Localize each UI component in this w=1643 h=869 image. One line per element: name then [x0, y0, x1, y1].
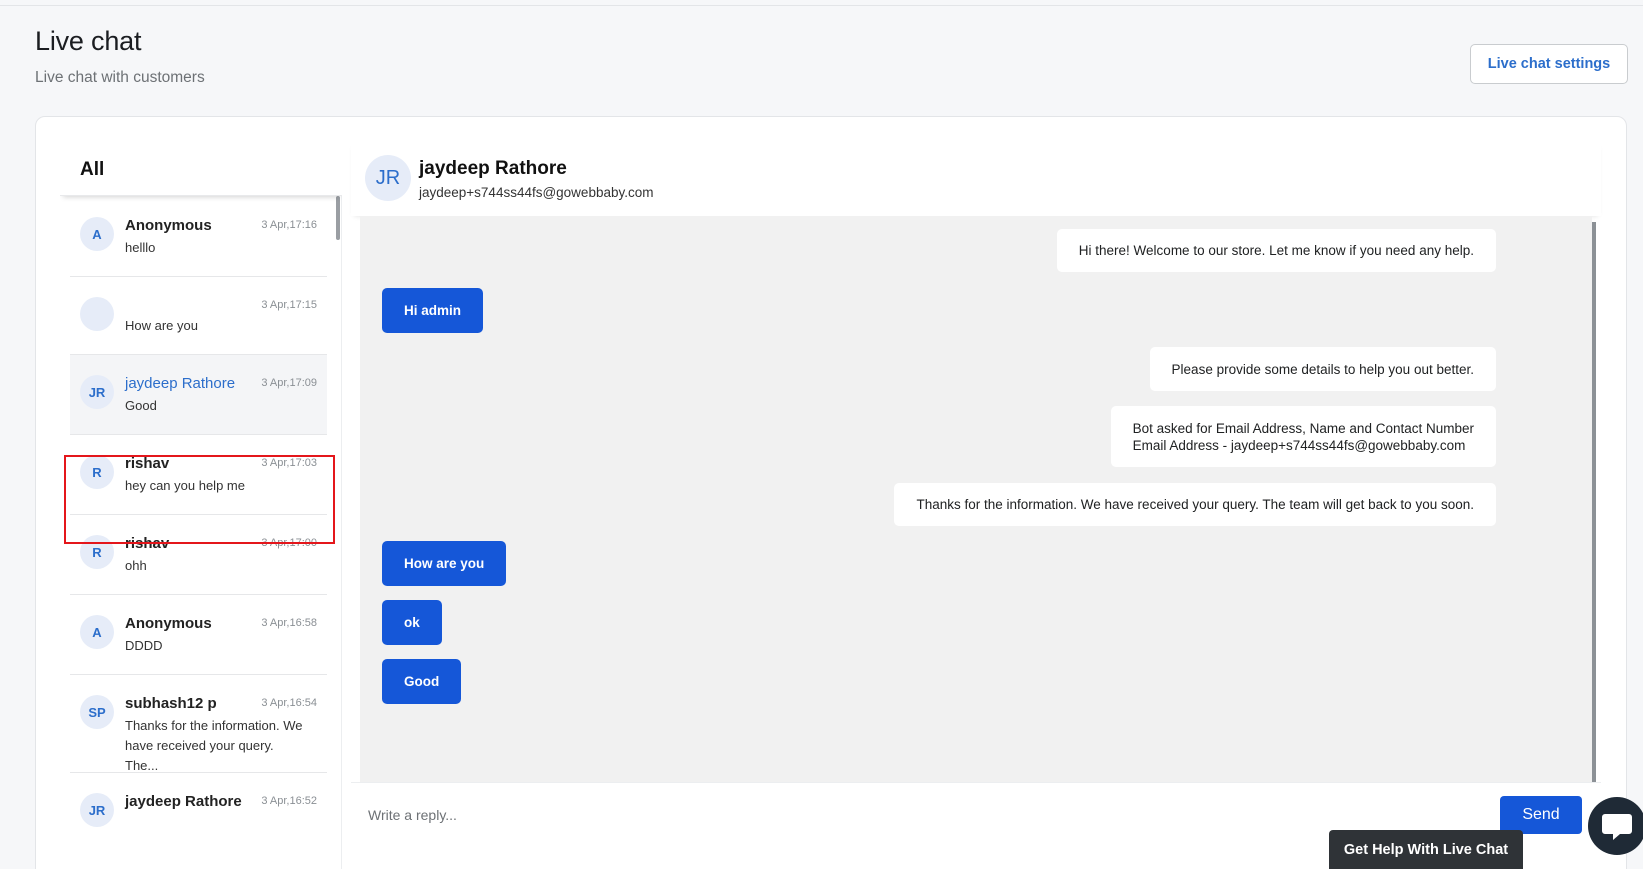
conversation-time: 3 Apr,17:15	[261, 299, 317, 311]
conversation-name: rishav	[125, 535, 170, 552]
conversation-name: jaydeep Rathore	[125, 375, 236, 392]
message-text: Email Address - jaydeep+s744ss44fs@goweb…	[1132, 437, 1466, 453]
avatar: SP	[80, 695, 114, 729]
message-text: Thanks for the information. We have rece…	[916, 497, 1474, 512]
list-scrollbar[interactable]	[336, 196, 340, 240]
conversation-time: 3 Apr,17:03	[261, 457, 317, 469]
conversation-name: rishav	[125, 455, 170, 472]
chat-header: JR jaydeep Rathore jaydeep+s744ss44fs@go…	[351, 141, 1601, 216]
chat-contact-name: jaydeep Rathore	[419, 158, 567, 179]
page-subtitle: Live chat with customers	[35, 69, 205, 86]
list-header: All	[60, 141, 342, 196]
conversation-preview: hey can you help me	[125, 478, 245, 493]
conversation-time: 3 Apr,16:58	[261, 617, 317, 629]
conversation-preview: Good	[125, 398, 157, 413]
message-text: ok	[404, 615, 420, 630]
message-text: Bot asked for Email Address, Name and Co…	[1132, 420, 1474, 436]
conversation-list: All A Anonymous 3 Apr,17:16 helllo 3 Apr…	[60, 141, 342, 869]
avatar: JR	[365, 155, 411, 201]
conversation-preview: Thanks for the information. We have rece…	[125, 718, 303, 773]
avatar: A	[80, 615, 114, 649]
conversation-time: 3 Apr,17:00	[261, 537, 317, 549]
conversation-time: 3 Apr,16:54	[261, 697, 317, 709]
message-text: Good	[404, 674, 440, 689]
conversation-item[interactable]: A Anonymous 3 Apr,17:16 helllo	[70, 197, 327, 277]
avatar: R	[80, 535, 114, 569]
chat-launcher-button[interactable]	[1588, 797, 1643, 855]
live-chat-settings-button[interactable]: Live chat settings	[1470, 44, 1628, 84]
conversation-item[interactable]: 3 Apr,17:15 How are you	[70, 277, 327, 355]
chat-bubble-icon	[1602, 814, 1632, 840]
message-text: Hi there! Welcome to our store. Let me k…	[1078, 243, 1474, 258]
page-title: Live chat	[35, 26, 142, 56]
conversation-time: 3 Apr,17:16	[261, 219, 317, 231]
avatar: JR	[80, 375, 114, 409]
message-area: Hi there! Welcome to our store. Let me k…	[360, 216, 1592, 782]
reply-input[interactable]	[368, 800, 1468, 830]
message-bot: Thanks for the information. We have rece…	[894, 483, 1496, 526]
conversation-name: jaydeep Rathore	[125, 793, 242, 810]
conversation-preview: How are you	[125, 318, 198, 333]
avatar: A	[80, 217, 114, 251]
list-filter-all[interactable]: All	[80, 159, 104, 181]
message-bot: Bot asked for Email Address, Name and Co…	[1110, 406, 1496, 467]
avatar	[80, 297, 114, 331]
panel-divider	[341, 141, 342, 869]
message-text: Hi admin	[404, 303, 462, 318]
conversation-time: 3 Apr,16:52	[261, 795, 317, 807]
conversation-item[interactable]: R rishav 3 Apr,17:00 ohh	[70, 515, 327, 595]
conversation-item[interactable]: A Anonymous 3 Apr,16:58 DDDD	[70, 595, 327, 675]
conversation-preview: helllo	[125, 240, 156, 255]
message-bot: Please provide some details to help you …	[1149, 347, 1496, 391]
conversation-item[interactable]: R rishav 3 Apr,17:03 hey can you help me	[70, 435, 327, 515]
conversation-name: subhash12 p	[125, 695, 217, 712]
conversation-item-active[interactable]: JR jaydeep Rathore 3 Apr,17:09 Good	[70, 355, 327, 435]
send-button[interactable]: Send	[1500, 796, 1582, 834]
message-user: ok	[382, 600, 442, 645]
message-bot: Hi there! Welcome to our store. Let me k…	[1056, 229, 1496, 272]
message-text: Please provide some details to help you …	[1171, 361, 1474, 377]
get-help-button[interactable]: Get Help With Live Chat	[1329, 830, 1523, 869]
messages-scrollbar[interactable]	[1592, 222, 1596, 782]
conversation-preview: DDDD	[125, 638, 163, 653]
conversation-preview: ohh	[125, 558, 147, 573]
conversation-name: Anonymous	[125, 615, 212, 632]
conversation-item[interactable]: JR jaydeep Rathore 3 Apr,16:52	[70, 773, 327, 853]
conversation-item[interactable]: SP subhash12 p 3 Apr,16:54 Thanks for th…	[70, 675, 327, 773]
conversation-name: Anonymous	[125, 217, 212, 234]
message-user: How are you	[382, 541, 507, 586]
avatar: JR	[80, 793, 114, 827]
message-user: Good	[382, 659, 462, 704]
message-text: How are you	[404, 556, 485, 571]
top-divider	[0, 5, 1643, 6]
message-user: Hi admin	[382, 288, 484, 333]
chat-contact-email: jaydeep+s744ss44fs@gowebbaby.com	[419, 185, 654, 200]
conversation-time: 3 Apr,17:09	[261, 377, 317, 389]
avatar: R	[80, 455, 114, 489]
